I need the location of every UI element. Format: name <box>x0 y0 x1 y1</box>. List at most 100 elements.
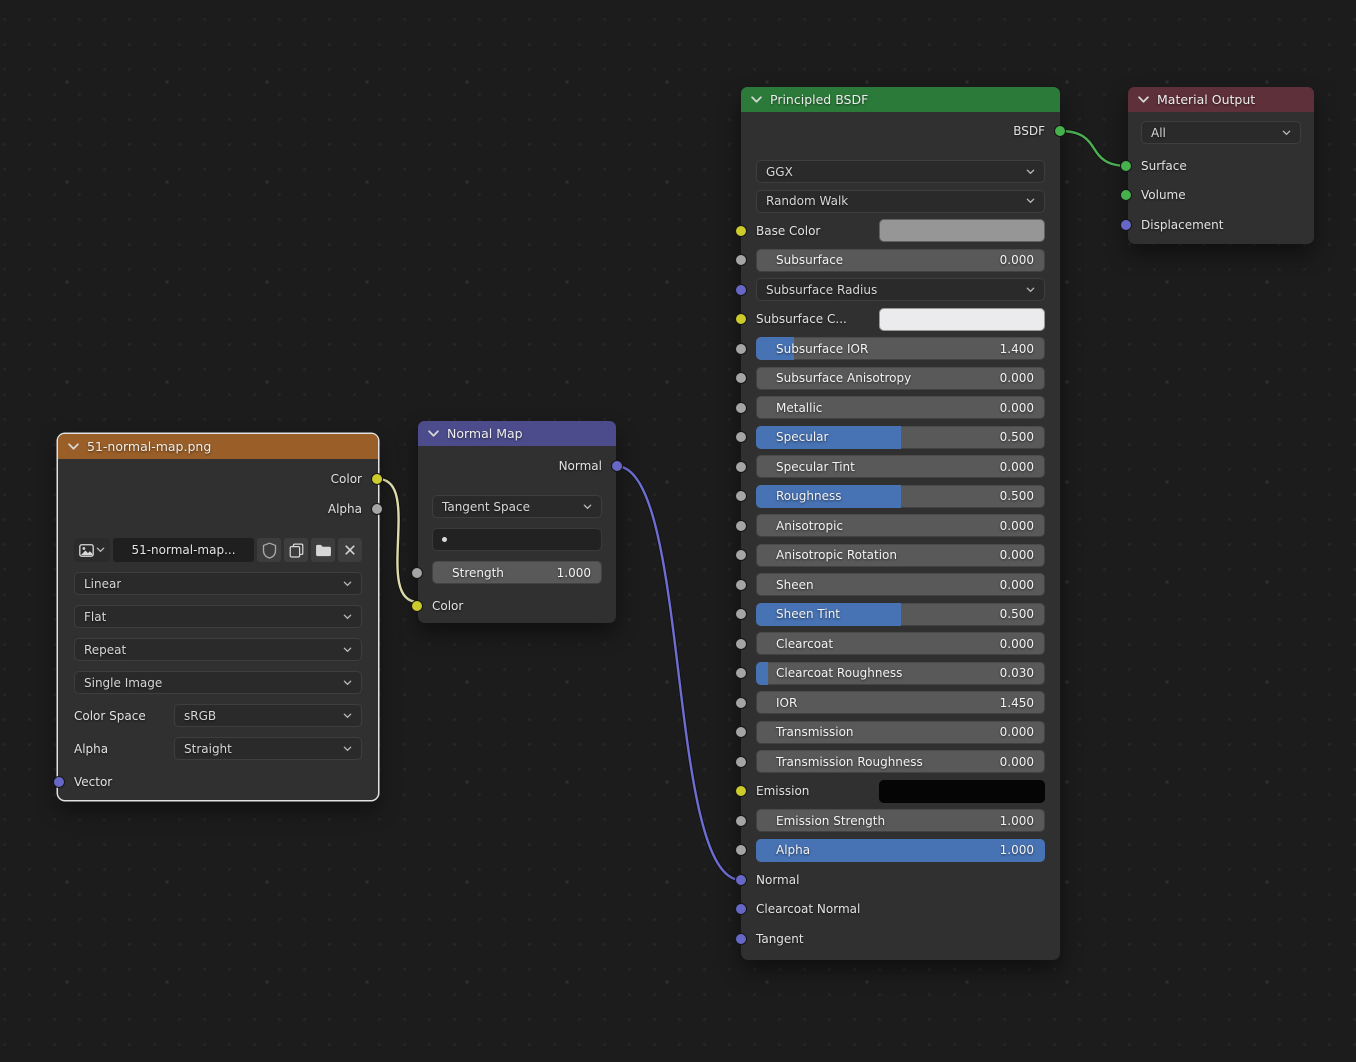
alpha-slider[interactable]: Alpha1.000 <box>756 839 1045 862</box>
specular-input-socket[interactable] <box>735 431 747 443</box>
copy-icon <box>289 543 304 558</box>
surface-input-socket[interactable] <box>1120 160 1132 172</box>
image-name-field[interactable]: 51-normal-map... <box>113 538 254 562</box>
transmission-slider[interactable]: Transmission0.000 <box>756 721 1045 744</box>
subsurface-radius-select[interactable]: Subsurface Radius <box>756 278 1045 301</box>
emission-input-socket[interactable] <box>735 785 747 797</box>
target-select[interactable]: All <box>1141 121 1301 144</box>
node-material-output[interactable]: Material Output All SurfaceVolumeDisplac… <box>1128 87 1314 244</box>
base-color-color-swatch[interactable] <box>879 219 1045 242</box>
displacement-input-socket[interactable] <box>1120 219 1132 231</box>
clearcoat-roughness-input-socket[interactable] <box>735 667 747 679</box>
subsurface-radius-input-socket[interactable] <box>735 284 747 296</box>
anisotropic-input-socket[interactable] <box>735 520 747 532</box>
alpha-mode-select[interactable]: Straight <box>174 737 362 760</box>
node-link-principled-bsdf-to-material-output-surface <box>1060 131 1128 166</box>
duplicate-image-button[interactable] <box>284 538 308 562</box>
ggx-select[interactable]: GGX <box>756 160 1045 183</box>
vector-input-socket[interactable] <box>53 776 65 788</box>
node-header-image-texture[interactable]: 51-normal-map.png <box>58 434 378 459</box>
projection-select[interactable]: Flat <box>74 605 362 628</box>
node-header-normal-map[interactable]: Normal Map <box>418 421 616 446</box>
node-normal-map[interactable]: Normal Map Normal Tangent Space Strength… <box>418 421 616 623</box>
tangent-input-socket[interactable] <box>735 933 747 945</box>
normal-output-socket[interactable] <box>611 460 623 472</box>
base-color-label: Base Color <box>756 224 879 238</box>
transmission-input-socket[interactable] <box>735 726 747 738</box>
collapse-icon[interactable] <box>68 443 79 450</box>
collapse-icon[interactable] <box>428 430 439 437</box>
chevron-down-icon <box>343 647 352 653</box>
alpha-output-socket[interactable] <box>371 503 383 515</box>
emission-strength-input-socket[interactable] <box>735 815 747 827</box>
sheen-slider[interactable]: Sheen0.000 <box>756 573 1045 596</box>
open-image-button[interactable] <box>311 538 335 562</box>
source-select[interactable]: Single Image <box>74 671 362 694</box>
color-input-socket[interactable] <box>411 600 423 612</box>
sheen-tint-input-socket[interactable] <box>735 608 747 620</box>
sheen-input-socket[interactable] <box>735 579 747 591</box>
clearcoat-roughness-slider[interactable]: Clearcoat Roughness0.030 <box>756 662 1045 685</box>
ior-input-socket[interactable] <box>735 697 747 709</box>
anisotropic-slider[interactable]: Anisotropic0.000 <box>756 514 1045 537</box>
surface-input-row: Surface <box>1141 154 1301 177</box>
clearcoat-roughness-row: Clearcoat Roughness0.030 <box>756 662 1045 685</box>
interpolation-select[interactable]: Linear <box>74 572 362 595</box>
metallic-slider[interactable]: Metallic0.000 <box>756 396 1045 419</box>
extension-select[interactable]: Repeat <box>74 638 362 661</box>
transmission-roughness-input-socket[interactable] <box>735 756 747 768</box>
color-space-select[interactable]: sRGB <box>174 704 362 727</box>
clearcoat-normal-input-socket[interactable] <box>735 903 747 915</box>
sheen-tint-row: Sheen Tint0.500 <box>756 603 1045 626</box>
clearcoat-slider[interactable]: Clearcoat0.000 <box>756 632 1045 655</box>
metallic-input-socket[interactable] <box>735 402 747 414</box>
image-browse-button[interactable] <box>74 538 110 562</box>
specular-slider[interactable]: Specular0.500 <box>756 426 1045 449</box>
volume-input-row: Volume <box>1141 184 1301 207</box>
sheen-tint-slider[interactable]: Sheen Tint0.500 <box>756 603 1045 626</box>
node-header-material-output[interactable]: Material Output <box>1128 87 1314 112</box>
transmission-roughness-slider[interactable]: Transmission Roughness0.000 <box>756 750 1045 773</box>
collapse-icon[interactable] <box>751 96 762 103</box>
space-select[interactable]: Tangent Space <box>432 495 602 518</box>
normal-output-row: Normal <box>432 454 602 477</box>
node-image-texture[interactable]: 51-normal-map.png Color Alpha 51-normal-… <box>58 434 378 800</box>
subsurface-c-color-swatch[interactable] <box>879 308 1045 331</box>
subsurface-ior-input-socket[interactable] <box>735 343 747 355</box>
subsurface-anisotropy-input-socket[interactable] <box>735 372 747 384</box>
metallic-row: Metallic0.000 <box>756 396 1045 419</box>
node-principled-bsdf[interactable]: Principled BSDF BSDF GGXRandom WalkBase … <box>741 87 1060 960</box>
subsurface-slider[interactable]: Subsurface0.000 <box>756 249 1045 272</box>
specular-tint-slider[interactable]: Specular Tint0.000 <box>756 455 1045 478</box>
uv-map-field[interactable] <box>432 528 602 551</box>
space-row: Tangent Space <box>432 495 602 518</box>
bsdf-output-socket[interactable] <box>1054 125 1066 137</box>
subsurface-ior-slider[interactable]: Subsurface IOR1.400 <box>756 337 1045 360</box>
color-input-row: Color <box>432 594 602 617</box>
base-color-input-socket[interactable] <box>735 225 747 237</box>
normal-input-socket[interactable] <box>735 874 747 886</box>
subsurface-input-socket[interactable] <box>735 254 747 266</box>
collapse-icon[interactable] <box>1138 96 1149 103</box>
clearcoat-input-socket[interactable] <box>735 638 747 650</box>
volume-input-socket[interactable] <box>1120 189 1132 201</box>
fake-user-button[interactable] <box>257 538 281 562</box>
unlink-image-button[interactable] <box>338 538 362 562</box>
specular-tint-input-socket[interactable] <box>735 461 747 473</box>
ior-slider[interactable]: IOR1.450 <box>756 691 1045 714</box>
emission-color-swatch[interactable] <box>879 780 1045 803</box>
roughness-slider[interactable]: Roughness0.500 <box>756 485 1045 508</box>
emission-strength-slider[interactable]: Emission Strength1.000 <box>756 809 1045 832</box>
alpha-input-socket[interactable] <box>735 844 747 856</box>
random-walk-select[interactable]: Random Walk <box>756 190 1045 213</box>
subsurface-anisotropy-slider[interactable]: Subsurface Anisotropy0.000 <box>756 367 1045 390</box>
specular-row: Specular0.500 <box>756 426 1045 449</box>
color-output-socket[interactable] <box>371 473 383 485</box>
subsurface-c-input-socket[interactable] <box>735 313 747 325</box>
anisotropic-rotation-slider[interactable]: Anisotropic Rotation0.000 <box>756 544 1045 567</box>
roughness-input-socket[interactable] <box>735 490 747 502</box>
strength-input-socket[interactable] <box>411 567 423 579</box>
strength-slider[interactable]: Strength 1.000 <box>432 561 602 584</box>
node-header-principled-bsdf[interactable]: Principled BSDF <box>741 87 1060 112</box>
anisotropic-rotation-input-socket[interactable] <box>735 549 747 561</box>
